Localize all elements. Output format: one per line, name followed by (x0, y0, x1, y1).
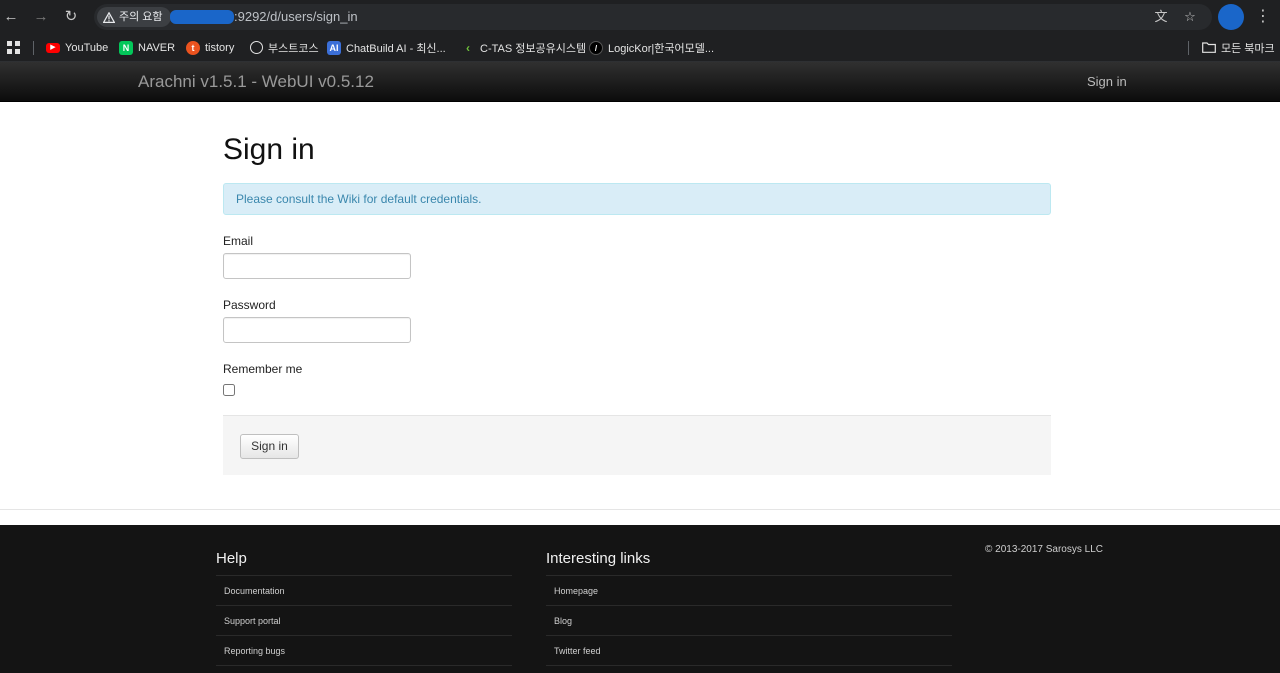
link-support-portal[interactable]: Support portal (216, 606, 512, 636)
bookmark-logickor[interactable]: / LogicKor|한국어모델... (589, 39, 714, 56)
content-divider (0, 509, 1280, 510)
globe-icon (250, 41, 263, 54)
form-actions: Sign in (223, 415, 1051, 475)
password-field[interactable] (223, 317, 411, 343)
address-bar[interactable]: 주의 요함 :9292/d/users/sign_in 文 ☆ (94, 4, 1212, 30)
bookmark-naver[interactable]: N NAVER (119, 39, 175, 56)
sign-in-button[interactable]: Sign in (240, 434, 299, 459)
bookmark-separator (33, 41, 34, 55)
interesting-links-heading: Interesting links (546, 550, 651, 567)
chatbuild-icon: AI (327, 40, 341, 55)
nav-sign-in-link[interactable]: Sign in (1087, 74, 1127, 90)
security-chip-label: 주의 요함 (119, 11, 163, 23)
link-blog[interactable]: Blog (546, 606, 952, 636)
forward-icon[interactable]: → (30, 6, 52, 28)
bookmark-youtube[interactable]: ▶ YouTube (46, 39, 108, 56)
link-homepage[interactable]: Homepage (546, 576, 952, 606)
url-text[interactable]: :9292/d/users/sign_in (234, 9, 358, 25)
password-label: Password (223, 298, 276, 312)
bookmark-label: YouTube (65, 41, 109, 54)
bookmark-label: ChatBuild AI - 최신... (346, 42, 446, 55)
email-label: Email (223, 234, 254, 248)
star-icon[interactable]: ☆ (1181, 8, 1199, 26)
bookmark-label: tistory (205, 41, 235, 54)
folder-icon (1202, 42, 1216, 53)
link-twitter-feed[interactable]: Twitter feed (546, 636, 952, 666)
back-icon[interactable]: ← (0, 6, 22, 28)
copyright: © 2013-2017 Sarosys LLC (985, 544, 1103, 555)
interesting-links: Homepage Blog Twitter feed (546, 575, 952, 666)
reload-icon[interactable]: ↻ (60, 6, 82, 28)
browser-toolbar: ← → ↻ 주의 요함 :9292/d/users/sign_in 文 ☆ ⋮ (0, 0, 1280, 33)
page-footer: Help Documentation Support portal Report… (0, 525, 1280, 673)
tistory-icon: t (186, 40, 200, 55)
help-links: Documentation Support portal Reporting b… (216, 575, 512, 666)
warning-icon (103, 11, 115, 23)
more-menu-icon[interactable]: ⋮ (1254, 6, 1272, 28)
grid-icon (7, 41, 20, 54)
bookmark-ctas[interactable]: ‹ C-TAS 정보공유시스템 (461, 39, 586, 56)
bookmark-chatbuild[interactable]: AI ChatBuild AI - 최신... (327, 39, 446, 56)
bookmark-label: 부스트코스 (268, 42, 319, 55)
app-brand[interactable]: Arachni v1.5.1 - WebUI v0.5.12 (138, 72, 374, 92)
link-reporting-bugs[interactable]: Reporting bugs (216, 636, 512, 666)
all-bookmarks[interactable]: 모든 북마크 (1202, 39, 1275, 56)
bookmarks-bar: ▶ YouTube N NAVER t tistory 부스트코스 AI Cha… (0, 33, 1280, 62)
profile-avatar[interactable] (1218, 4, 1244, 30)
email-field[interactable] (223, 253, 411, 279)
page-title: Sign in (223, 133, 315, 166)
all-bookmarks-label: 모든 북마크 (1221, 42, 1275, 55)
naver-icon: N (119, 40, 133, 55)
help-heading: Help (216, 550, 247, 567)
bookmark-label: NAVER (138, 41, 176, 54)
bookmark-tistory[interactable]: t tistory (186, 39, 234, 56)
youtube-icon: ▶ (46, 42, 60, 53)
remember-me-label: Remember me (223, 362, 303, 376)
info-alert: Please consult the Wiki for default cred… (223, 183, 1051, 215)
bookmark-label: LogicKor|한국어모델... (608, 42, 715, 55)
ctas-icon: ‹ (466, 40, 470, 55)
apps-grid-icon[interactable] (7, 39, 20, 56)
security-warning-chip[interactable]: 주의 요함 (97, 7, 171, 27)
translate-icon[interactable]: 文 (1152, 8, 1170, 26)
bookmark-separator (1188, 41, 1189, 55)
app-navbar: Arachni v1.5.1 - WebUI v0.5.12 Sign in (0, 62, 1280, 102)
redacted-host (170, 10, 234, 24)
logickor-icon: / (589, 40, 603, 55)
remember-me-checkbox[interactable] (223, 384, 235, 396)
bookmark-boostcourse[interactable]: 부스트코스 (250, 39, 319, 56)
link-documentation[interactable]: Documentation (216, 576, 512, 606)
bookmark-label: C-TAS 정보공유시스템 (480, 42, 587, 55)
